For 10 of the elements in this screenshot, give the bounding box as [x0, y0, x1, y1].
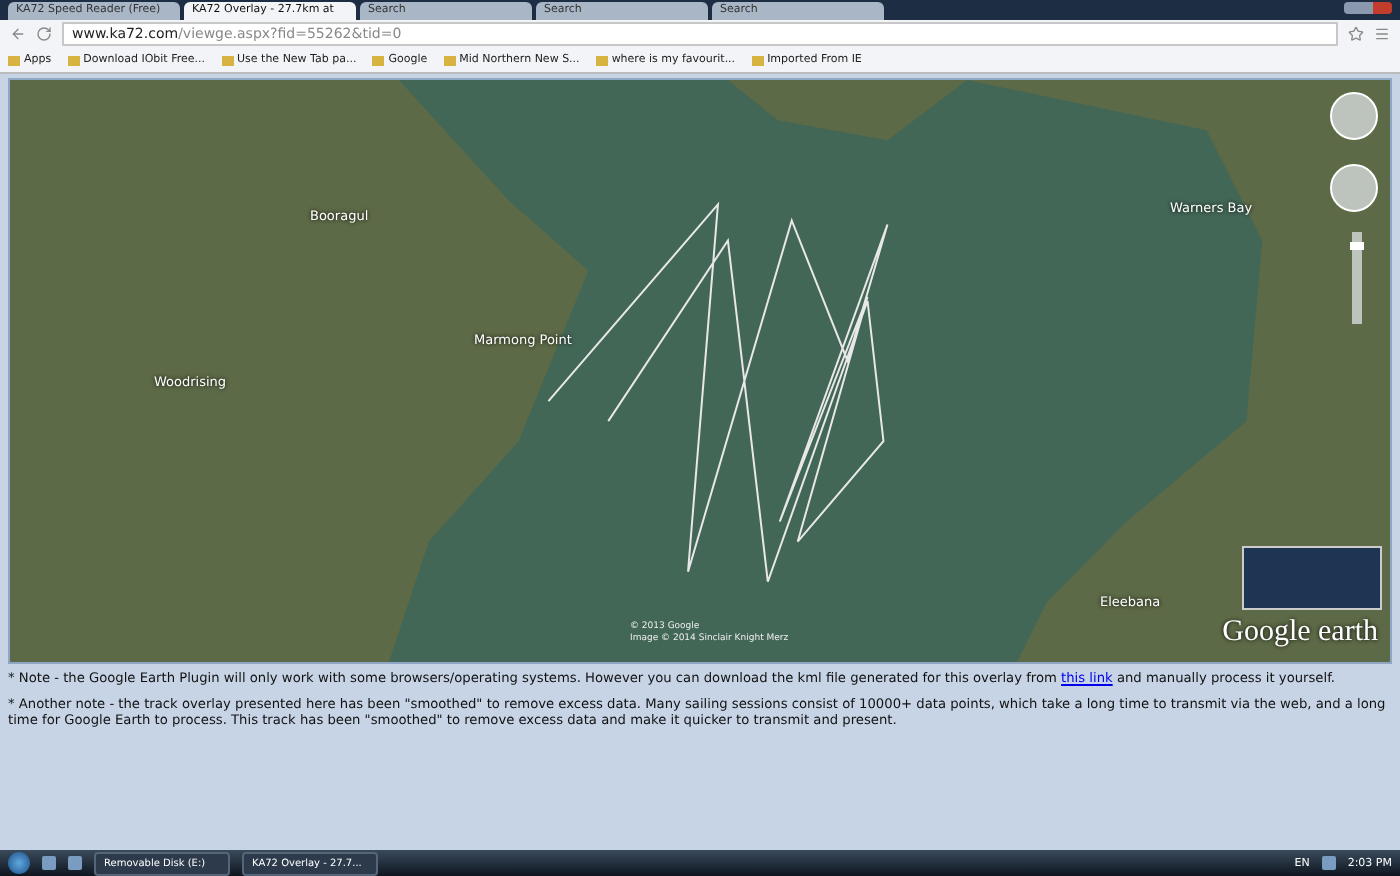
back-icon[interactable] — [10, 26, 26, 42]
zoom-slider[interactable] — [1352, 232, 1362, 324]
globe-overview-map — [1242, 546, 1382, 610]
reload-icon[interactable] — [36, 26, 52, 42]
window-controls-icon[interactable] — [1344, 2, 1392, 14]
star-icon[interactable] — [1348, 26, 1364, 42]
start-button[interactable] — [8, 852, 30, 874]
zoom-slider-thumb[interactable] — [1350, 242, 1364, 251]
menu-icon[interactable] — [1374, 26, 1390, 42]
map-logo: Google earth — [1222, 616, 1378, 650]
